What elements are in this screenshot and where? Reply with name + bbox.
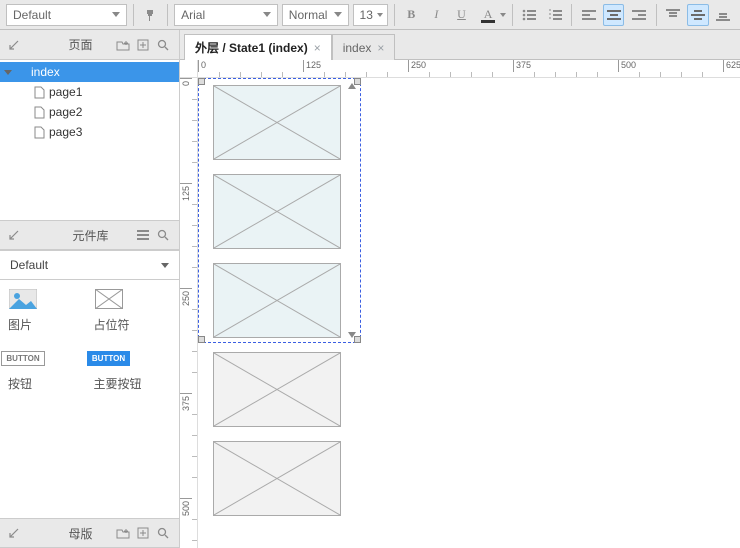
pages-panel-title: 页面 [24,36,113,53]
page-item[interactable]: page3 [0,122,179,142]
library-item-label: 占位符 [94,316,130,333]
bullet-list-icon[interactable] [519,4,540,26]
font-size-value: 13 [360,8,373,22]
page-item-root[interactable]: index [0,62,179,82]
library-item-label: 按钮 [8,375,32,392]
align-right-icon[interactable] [628,4,649,26]
placeholder-widget[interactable] [213,85,341,160]
add-folder-icon[interactable] [113,35,133,55]
add-master-icon[interactable] [133,523,153,543]
underline-button[interactable]: U [451,4,472,26]
page-item[interactable]: page2 [0,102,179,122]
tab[interactable]: index × [332,34,396,60]
placeholder-widget[interactable] [213,352,341,427]
separator [0,279,179,280]
scroll-up-icon[interactable] [348,83,356,89]
style-preset-select[interactable]: Default [6,4,127,26]
panel-collapse-icon[interactable] [4,35,24,55]
ruler-corner [180,60,198,78]
ruler-horizontal: 0125250375500625 [198,60,740,78]
disclosure-icon[interactable] [4,70,12,75]
font-family-select[interactable]: Arial [174,4,278,26]
library-item-button[interactable]: BUTTON 按钮 [8,347,86,392]
library-item-image[interactable]: 图片 [8,288,86,333]
library-item-placeholder[interactable]: 占位符 [94,288,172,333]
tab-label: index [343,41,372,55]
close-icon[interactable]: × [314,41,321,55]
font-weight-value: Normal [289,8,328,22]
separator [133,4,134,26]
page-label: page2 [49,105,82,119]
top-toolbar: Default Arial Normal 13 B I U A [0,0,740,30]
library-item-label: 图片 [8,316,32,333]
page-icon [34,126,45,139]
resize-handle[interactable] [198,336,205,343]
panel-collapse-icon[interactable] [4,225,24,245]
text-color-button[interactable]: A [476,4,506,26]
page-label: page1 [49,85,82,99]
button-chip-primary: BUTTON [87,351,130,366]
search-icon[interactable] [153,35,173,55]
placeholder-widget[interactable] [213,263,341,338]
page-label: index [31,65,60,79]
separator [656,4,657,26]
paint-format-icon[interactable] [140,4,161,26]
library-category-value: Default [10,258,48,272]
library-panel-header: 元件库 [0,220,179,250]
pages-tree: index page1 page2 page3 [0,60,179,220]
separator [512,4,513,26]
page-item[interactable]: page1 [0,82,179,102]
placeholder-widget[interactable] [213,441,341,516]
font-family-value: Arial [181,8,205,22]
separator [394,4,395,26]
valign-middle-icon[interactable] [687,4,708,26]
library-panel-title: 元件库 [24,227,133,244]
button-chip: BUTTON [1,351,44,366]
page-icon [34,106,45,119]
italic-button[interactable]: I [426,4,447,26]
resize-handle[interactable] [198,78,205,85]
bold-button[interactable]: B [401,4,422,26]
menu-icon[interactable] [133,225,153,245]
page-icon [16,66,27,79]
close-icon[interactable]: × [377,41,384,55]
valign-bottom-icon[interactable] [713,4,734,26]
scroll-down-icon[interactable] [348,332,356,338]
placeholder-icon [94,288,124,310]
tab-active[interactable]: 外层 / State1 (index) × [184,34,332,60]
font-size-input[interactable]: 13 [353,4,388,26]
placeholder-widget[interactable] [213,174,341,249]
separator [571,4,572,26]
left-sidebar: 页面 index page1 [0,30,180,548]
search-icon[interactable] [153,523,173,543]
font-weight-select[interactable]: Normal [282,4,349,26]
ruler-vertical: 0125250375500 [180,78,198,548]
library-item-primary-button[interactable]: BUTTON 主要按钮 [94,347,172,392]
image-icon [8,288,38,310]
library-item-label: 主要按钮 [94,375,142,392]
align-center-icon[interactable] [603,4,624,26]
library-body: Default 图片 占位符 BUTTON [0,250,179,518]
valign-top-icon[interactable] [662,4,683,26]
library-category-select[interactable]: Default [3,254,176,276]
document-tab-bar: 外层 / State1 (index) × index × [180,30,740,60]
style-preset-value: Default [13,8,51,22]
primary-button-icon: BUTTON [94,347,124,369]
masters-panel-title: 母版 [24,525,113,542]
workspace: 0125250375500625 0125250375500 [180,60,740,548]
button-icon: BUTTON [8,347,38,369]
pages-panel-header: 页面 [0,30,179,60]
panel-collapse-icon[interactable] [4,523,24,543]
number-list-icon[interactable] [544,4,565,26]
page-label: page3 [49,125,82,139]
add-page-icon[interactable] [133,35,153,55]
add-folder-icon[interactable] [113,523,133,543]
page-icon [34,86,45,99]
search-icon[interactable] [153,225,173,245]
separator [167,4,168,26]
align-left-icon[interactable] [578,4,599,26]
masters-panel-header: 母版 [0,518,179,548]
canvas[interactable] [198,78,740,548]
tab-label: 外层 / State1 (index) [195,39,308,56]
